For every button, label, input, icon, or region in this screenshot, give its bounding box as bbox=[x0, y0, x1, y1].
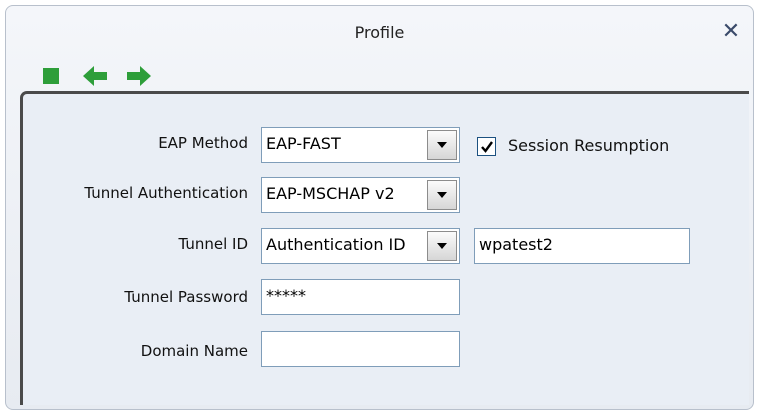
toolbar bbox=[38, 64, 152, 88]
tunnel-authentication-label: Tunnel Authentication bbox=[84, 184, 248, 202]
eap-method-value: EAP-FAST bbox=[266, 134, 341, 153]
session-resumption-label: Session Resumption bbox=[508, 136, 670, 155]
tunnel-password-label: Tunnel Password bbox=[124, 288, 248, 306]
tunnel-authentication-select[interactable]: EAP-MSCHAP v2 bbox=[261, 177, 460, 213]
tunnel-id-label: Tunnel ID bbox=[178, 235, 248, 253]
domain-name-input[interactable] bbox=[261, 331, 460, 367]
tunnel-id-input[interactable]: wpatest2 bbox=[474, 228, 690, 264]
checkmark-icon bbox=[480, 140, 493, 153]
chevron-down-icon bbox=[437, 142, 447, 148]
tunnel-authentication-value: EAP-MSCHAP v2 bbox=[266, 184, 395, 203]
eap-method-dropdown-button[interactable] bbox=[427, 130, 457, 160]
tunnel-password-value: ***** bbox=[266, 286, 306, 305]
eap-method-label: EAP Method bbox=[158, 134, 248, 152]
arrow-left-icon bbox=[83, 66, 107, 86]
tunnel-password-input[interactable]: ***** bbox=[261, 279, 460, 315]
forward-button[interactable] bbox=[126, 64, 152, 88]
close-button[interactable]: ✕ bbox=[719, 20, 743, 44]
arrow-right-icon bbox=[127, 66, 151, 86]
stop-button[interactable] bbox=[38, 64, 64, 88]
session-resumption-checkbox[interactable] bbox=[477, 137, 496, 156]
eap-method-select[interactable]: EAP-FAST bbox=[261, 127, 460, 163]
tunnel-id-value: wpatest2 bbox=[479, 235, 553, 254]
chevron-down-icon bbox=[437, 243, 447, 249]
tunnel-id-type-value: Authentication ID bbox=[266, 235, 406, 254]
tunnel-id-type-dropdown-button[interactable] bbox=[427, 231, 457, 261]
domain-name-label: Domain Name bbox=[140, 342, 248, 360]
back-button[interactable] bbox=[82, 64, 108, 88]
close-icon: ✕ bbox=[721, 19, 741, 44]
tunnel-authentication-dropdown-button[interactable] bbox=[427, 180, 457, 210]
window-title: Profile bbox=[354, 23, 405, 42]
stop-icon bbox=[43, 68, 59, 84]
tunnel-id-type-select[interactable]: Authentication ID bbox=[261, 228, 460, 264]
chevron-down-icon bbox=[437, 192, 447, 198]
